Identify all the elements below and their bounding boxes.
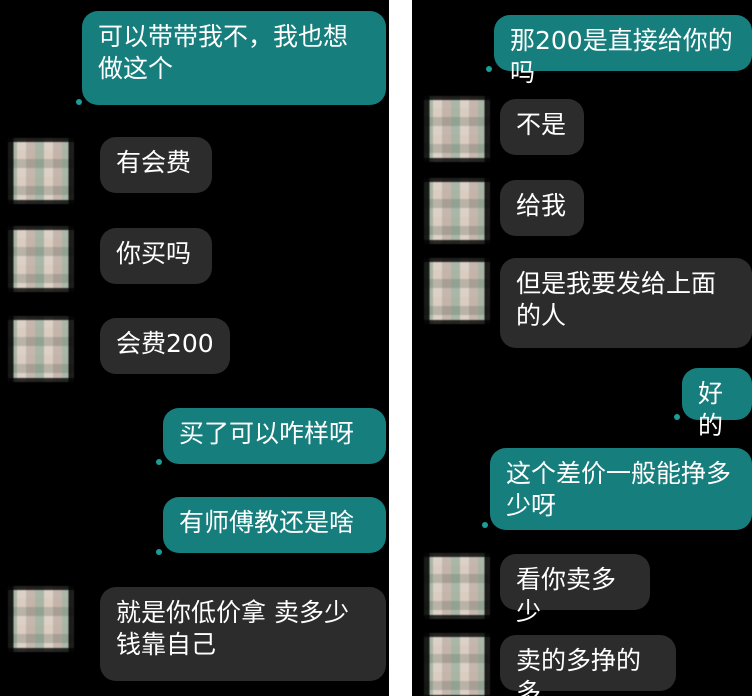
read-indicator-dot — [156, 549, 162, 555]
avatar[interactable] — [8, 138, 74, 204]
message-text: 你买吗 — [116, 239, 192, 268]
avatar[interactable] — [424, 553, 490, 619]
message-bubble-outgoing[interactable]: 买了可以咋样呀 — [163, 408, 386, 464]
message-bubble-outgoing[interactable]: 那200是直接给你的吗 — [494, 15, 752, 87]
message-text: 好的 — [698, 379, 724, 440]
message-text: 就是你低价拿 卖多少钱靠自己 — [116, 598, 349, 659]
message-bubble-incoming[interactable]: 你买吗 — [100, 228, 212, 284]
message-text: 这个差价一般能挣多少呀 — [506, 459, 732, 520]
chat-panel-right: 那200是直接给你的吗 不是 给我 但是我要发给上面的人 好的 这个差价一般能挣… — [412, 0, 752, 696]
message-text: 那200是直接给你的吗 — [510, 26, 733, 87]
avatar[interactable] — [424, 633, 490, 696]
read-indicator-dot — [482, 522, 488, 528]
read-indicator-dot — [76, 99, 82, 105]
avatar[interactable] — [8, 316, 74, 382]
message-bubble-incoming[interactable]: 看你卖多少 — [500, 554, 650, 626]
message-text: 看你卖多少 — [516, 565, 617, 626]
message-bubble-outgoing[interactable]: 有师傅教还是啥 — [163, 497, 386, 553]
read-indicator-dot — [486, 66, 492, 72]
avatar[interactable] — [8, 586, 74, 652]
avatar[interactable] — [8, 226, 74, 292]
message-bubble-outgoing[interactable]: 这个差价一般能挣多少呀 — [490, 448, 752, 530]
message-bubble-incoming[interactable]: 就是你低价拿 卖多少钱靠自己 — [100, 587, 386, 681]
message-bubble-outgoing[interactable]: 可以带带我不，我也想做这个 — [82, 11, 386, 105]
avatar[interactable] — [424, 96, 490, 162]
chat-panel-left: 可以带带我不，我也想做这个 有会费 你买吗 会费200 买了可以咋样呀 有师傅教… — [0, 0, 389, 696]
message-bubble-incoming[interactable]: 不是 — [500, 99, 584, 155]
message-text: 卖的多挣的多 — [516, 646, 642, 696]
message-bubble-incoming[interactable]: 会费200 — [100, 318, 230, 374]
message-text: 会费200 — [116, 329, 214, 358]
message-text: 可以带带我不，我也想做这个 — [98, 22, 349, 83]
message-bubble-incoming[interactable]: 卖的多挣的多 — [500, 635, 676, 696]
message-text: 但是我要发给上面的人 — [516, 269, 717, 330]
message-text: 不是 — [516, 110, 567, 139]
message-bubble-incoming[interactable]: 给我 — [500, 180, 584, 236]
message-bubble-incoming[interactable]: 有会费 — [100, 137, 212, 193]
read-indicator-dot — [156, 459, 162, 465]
message-text: 有会费 — [116, 148, 192, 177]
read-indicator-dot — [674, 414, 680, 420]
message-text: 有师傅教还是啥 — [179, 508, 355, 537]
avatar[interactable] — [424, 178, 490, 244]
message-text: 买了可以咋样呀 — [179, 419, 355, 448]
message-text: 给我 — [516, 191, 567, 220]
message-bubble-outgoing[interactable]: 好的 — [682, 368, 752, 440]
message-bubble-incoming[interactable]: 但是我要发给上面的人 — [500, 258, 752, 348]
avatar[interactable] — [424, 258, 490, 324]
